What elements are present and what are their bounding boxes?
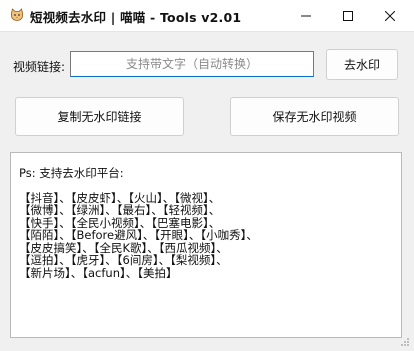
remove-watermark-button[interactable]: 去水印 (326, 49, 398, 80)
close-button[interactable] (368, 0, 412, 31)
video-link-label: 视频链接: (13, 60, 66, 74)
platform-line: 【新片场】、【acfun】、【美拍】 (19, 265, 178, 280)
save-video-button[interactable]: 保存无水印视频 (230, 97, 399, 136)
platforms-textarea[interactable]: Ps: 支持去水印平台: 【抖音】、【皮皮虾】、【火山】、【微视】、 【微博】、… (10, 152, 402, 338)
close-icon (385, 10, 395, 21)
video-link-input[interactable] (70, 51, 314, 77)
resize-grip-icon[interactable] (400, 337, 410, 347)
maximize-button[interactable] (326, 0, 370, 31)
minimize-button[interactable] (284, 0, 328, 31)
title-bar: 短视频去水印 | 喵喵 - Tools v2.01 (0, 0, 414, 32)
platform-line: 【陌陌】、【Before避风】、【开眼】、【小咖秀】、 (19, 228, 258, 242)
window-title: 短视频去水印 | 喵喵 - Tools v2.01 (30, 10, 242, 25)
platform-line: 【逗拍】、【虎牙】、【6间房】、【梨视频】、 (19, 253, 228, 267)
minimize-icon (301, 15, 311, 16)
platforms-heading: Ps: 支持去水印平台: (19, 166, 124, 180)
cat-icon (10, 8, 24, 21)
maximize-icon (343, 10, 353, 21)
platform-line: 【微博】、【绿洲】、【最右】、【轻视频】、 (19, 203, 221, 217)
copy-link-button[interactable]: 复制无水印链接 (15, 97, 184, 136)
